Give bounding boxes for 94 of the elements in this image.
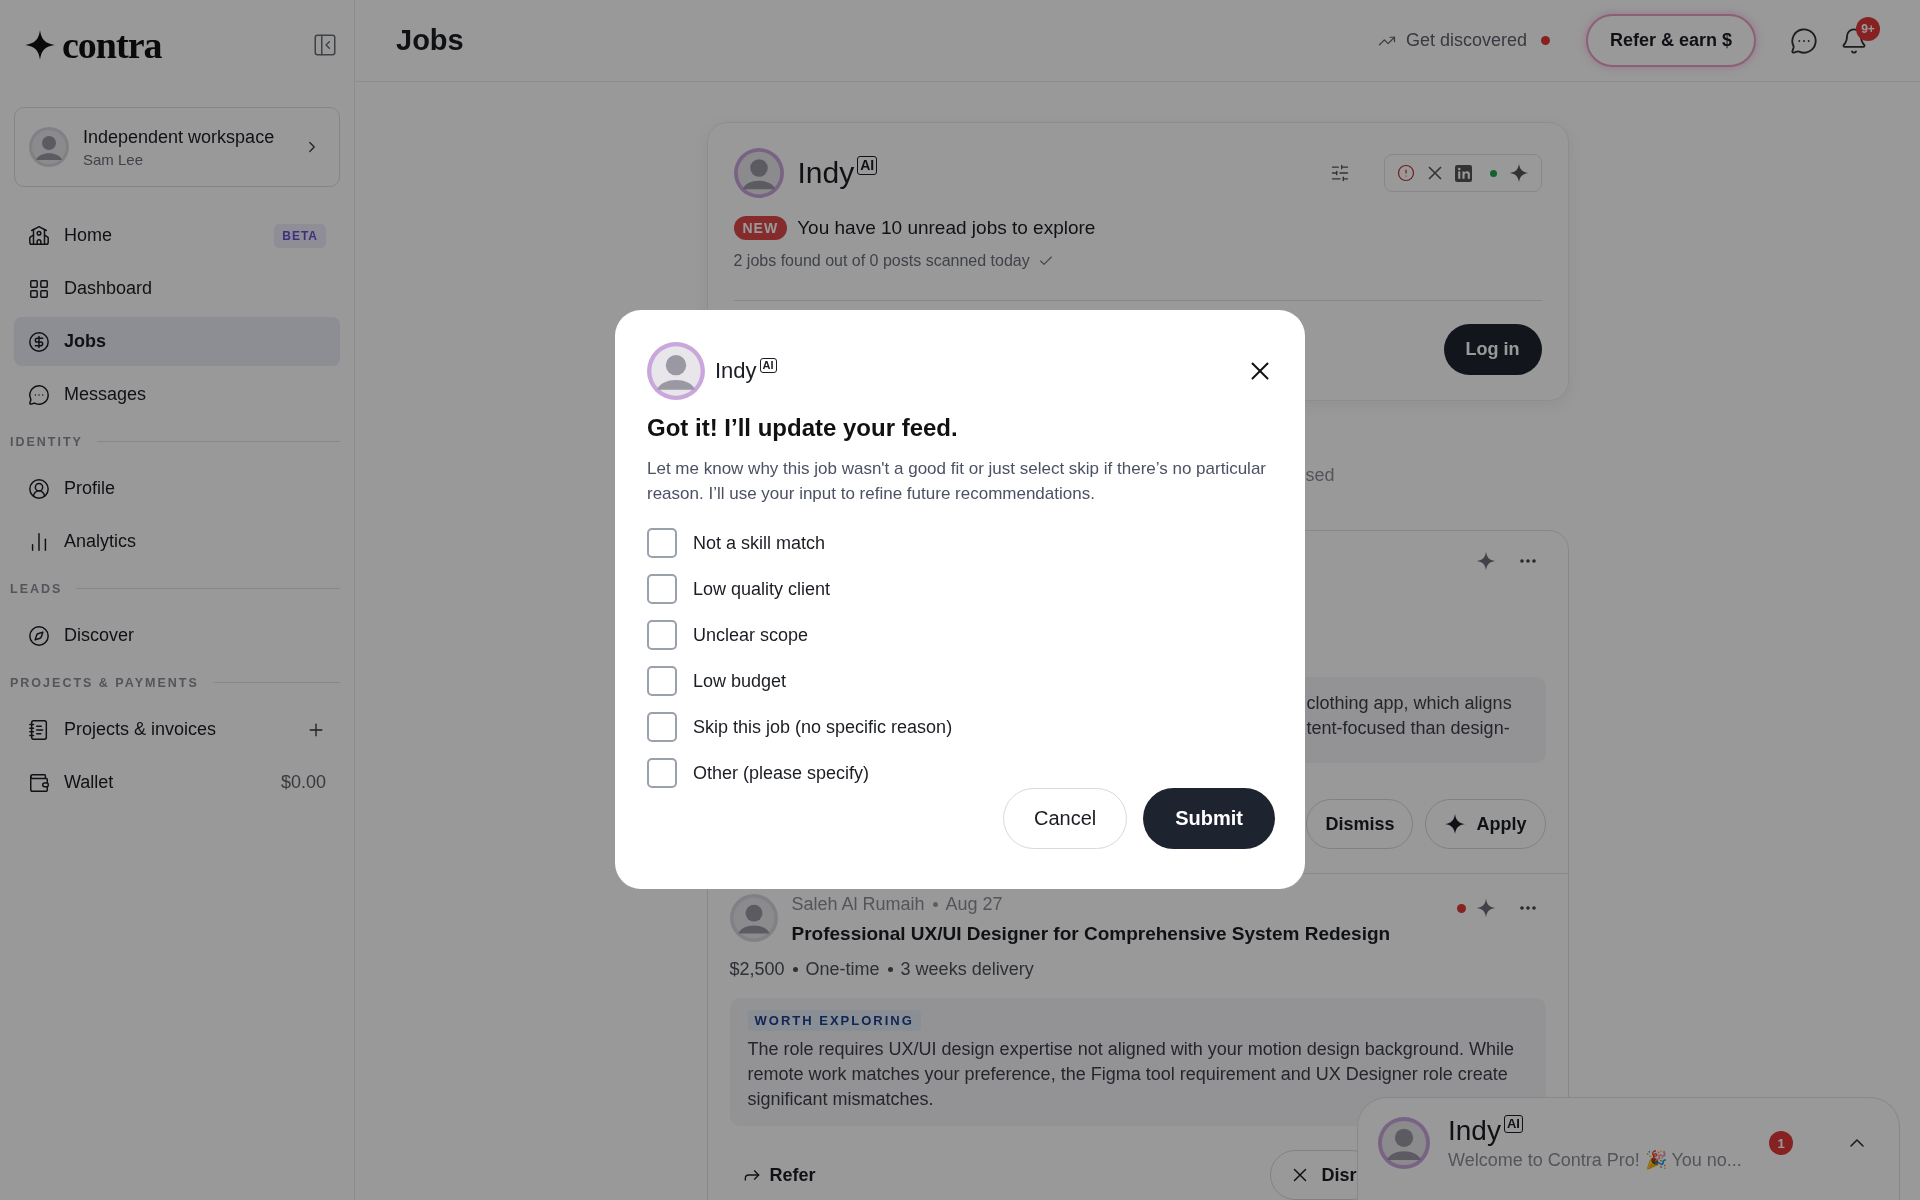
collapse-sidebar-button[interactable] (312, 32, 338, 58)
apply-button[interactable]: Apply (1425, 799, 1546, 849)
avatar (1378, 1117, 1430, 1169)
logo-text: contra (62, 23, 162, 67)
section-heading: IDENTITY (10, 434, 83, 449)
log-in-button[interactable]: Log in (1443, 324, 1542, 375)
dismiss-button[interactable]: Dismiss (1306, 799, 1414, 849)
dollar-circle-icon (28, 330, 50, 353)
reason-option[interactable]: Skip this job (no specific reason) (647, 712, 1275, 742)
sidebar-item[interactable]: Jobs (14, 317, 340, 366)
sidebar-item[interactable]: Analytics (14, 517, 340, 566)
grid-icon (28, 277, 50, 300)
notebook-icon (28, 718, 50, 741)
separator-dot (932, 902, 938, 907)
more-button[interactable] (1519, 559, 1536, 563)
sidebar-item[interactable]: Home BETA (14, 211, 340, 260)
reason-option[interactable]: Unclear scope (647, 620, 1275, 650)
chat-widget[interactable]: Indy AI Welcome to Contra Pro! 🎉 You no... 1 (1357, 1097, 1900, 1200)
wallet-balance: $0.00 (280, 772, 326, 793)
scan-summary: 2 jobs found out of 0 posts scanned today (733, 252, 1030, 270)
reason-option[interactable]: Low quality client (647, 574, 1275, 604)
job-meta: 3 weeks delivery (900, 959, 1034, 980)
chat-bubble-icon (28, 383, 50, 406)
chat-bubble-icon (1790, 26, 1818, 55)
ai-tag: AI (857, 156, 878, 175)
sidebar-item[interactable]: Profile (14, 464, 340, 513)
cancel-button[interactable]: Cancel (1002, 788, 1128, 849)
avatar (647, 342, 705, 400)
workspace-name: Independent workspace (83, 126, 276, 148)
logo-icon (24, 29, 56, 61)
checkbox[interactable] (647, 666, 677, 696)
checkbox[interactable] (647, 712, 677, 742)
refer-link[interactable]: Refer (729, 1164, 828, 1186)
ai-tag: AI (759, 358, 777, 374)
alert-icon (1396, 164, 1415, 182)
job-title: Professional UX/UI Designer for Comprehensive System Redesign (791, 923, 1392, 945)
post-date: Aug 27 (945, 894, 1003, 915)
online-dot (1489, 169, 1497, 177)
sidebar-item[interactable]: Dashboard (14, 264, 340, 313)
checkbox[interactable] (647, 758, 677, 788)
reason-option[interactable]: Not a skill match (647, 528, 1275, 558)
ellipsis-icon (1519, 559, 1536, 563)
building-icon (28, 224, 50, 247)
avatar (29, 127, 69, 167)
reason-option[interactable]: Other (please specify) (647, 758, 1275, 788)
unread-count-badge: 1 (1769, 1131, 1793, 1155)
ai-tag: AI (1503, 1115, 1523, 1133)
compass-icon (28, 624, 50, 647)
new-badge: NEW (733, 216, 788, 240)
refer-button[interactable]: Refer & earn $ (1585, 14, 1756, 67)
summary-text: tent-focused than design- (1306, 717, 1511, 740)
sidebar-item[interactable]: Wallet $0.00 (14, 758, 340, 807)
submit-button[interactable]: Submit (1143, 788, 1275, 849)
section-heading: PROJECTS & PAYMENTS (10, 675, 199, 690)
checkbox[interactable] (647, 574, 677, 604)
dialog-description: Let me know why this job wasn't a good fit or just select skip if there’s no particular reason. I’ll use your input to refine future recommendations. (647, 458, 1267, 505)
filters-button[interactable] (1329, 163, 1350, 183)
message-preview: Welcome to Contra Pro! 🎉 You no... (1448, 1149, 1743, 1171)
workspace-switcher[interactable]: Independent workspace Sam Lee (14, 107, 340, 187)
ellipsis-icon (1519, 906, 1536, 910)
checkbox[interactable] (647, 620, 677, 650)
reason-option[interactable]: Low budget (647, 666, 1275, 696)
x-logo-icon (1426, 165, 1443, 181)
avatar (733, 148, 784, 198)
assistant-name: Indy (797, 156, 855, 190)
sidebar-item[interactable]: Projects & invoices (14, 705, 340, 754)
job-meta: $2,500 (729, 959, 785, 980)
user-circle-icon (28, 477, 50, 500)
assistant-name: Indy (715, 358, 757, 384)
sliders-icon (1329, 163, 1350, 183)
separator-dot (887, 967, 893, 972)
notification-badge: 9+ (1856, 16, 1880, 41)
section-heading: LEADS (10, 581, 63, 596)
assistant-name: Indy (1448, 1115, 1501, 1147)
workspace-user: Sam Lee (83, 150, 145, 168)
sidebar-item[interactable]: Discover (14, 611, 340, 660)
job-meta: One-time (805, 959, 880, 980)
beta-badge: BETA (274, 223, 326, 248)
dialog-title: Got it! I’ll update your feed. (647, 414, 959, 442)
wallet-icon (28, 771, 50, 794)
fit-tag: WORTH EXPLORING (747, 1010, 921, 1031)
client-name: Saleh Al Rumaih (791, 894, 925, 915)
separator-dot (792, 967, 798, 972)
avatar (729, 894, 778, 942)
status-dot (1540, 36, 1550, 45)
linkedin-icon (1454, 164, 1472, 182)
sidebar-item[interactable]: Messages (14, 370, 340, 419)
summary-text: clothing app, which aligns (1306, 692, 1513, 715)
more-button[interactable] (1519, 906, 1536, 910)
checkbox[interactable] (647, 528, 677, 558)
messages-button[interactable] (1790, 26, 1818, 55)
page-title: Jobs (396, 24, 465, 57)
unread-jobs-text: You have 10 unread jobs to explore (797, 217, 1096, 239)
get-discovered-link[interactable]: Get discovered (1377, 30, 1527, 51)
